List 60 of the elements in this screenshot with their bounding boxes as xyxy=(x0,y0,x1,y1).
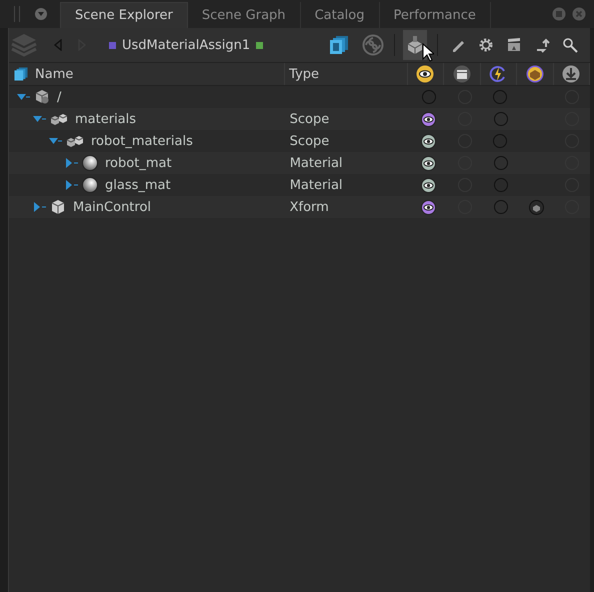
prim-type: Material xyxy=(290,178,343,192)
toggle-circle[interactable] xyxy=(493,134,508,148)
toggle-circle[interactable] xyxy=(494,156,508,170)
scope-icon xyxy=(66,134,84,148)
box-icon[interactable] xyxy=(526,65,544,83)
clapperboard-icon[interactable] xyxy=(452,65,471,83)
eye-icon[interactable] xyxy=(421,200,436,214)
cube-icon xyxy=(50,199,66,215)
prim-name[interactable]: MainControl xyxy=(73,200,152,214)
eye-icon[interactable] xyxy=(421,156,436,170)
expand-arrow-icon[interactable] xyxy=(17,92,31,102)
prim-name[interactable]: robot_mat xyxy=(105,156,172,170)
cube-stack-icon[interactable] xyxy=(328,34,350,56)
node-status-icon xyxy=(256,42,264,48)
toggle-circle[interactable] xyxy=(494,200,508,214)
eye-icon[interactable] xyxy=(421,112,436,126)
prim-type: Scope xyxy=(290,134,330,148)
prim-name[interactable]: materials xyxy=(75,112,136,126)
eye-icon[interactable] xyxy=(421,134,436,148)
group-icon xyxy=(34,89,50,105)
expand-arrow-icon[interactable] xyxy=(33,114,47,124)
scope-icon xyxy=(50,112,68,126)
expand-arrow-icon[interactable] xyxy=(49,136,63,146)
prim-type: Xform xyxy=(290,200,329,214)
eye-icon[interactable] xyxy=(421,178,436,192)
prim-type: Material xyxy=(290,156,343,170)
clapperboard-icon[interactable] xyxy=(506,37,522,53)
toggle-circle[interactable] xyxy=(494,112,508,126)
download-icon[interactable] xyxy=(562,65,580,83)
sphere-icon xyxy=(82,177,98,193)
search-icon[interactable] xyxy=(562,37,578,53)
prim-name[interactable]: / xyxy=(57,90,62,104)
arrows-icon[interactable] xyxy=(534,37,550,53)
tab[interactable]: Scene Explorer xyxy=(60,2,188,28)
node-label: UsdMaterialAssign1 xyxy=(122,38,250,52)
toggle-circle[interactable] xyxy=(493,90,508,104)
close-icon[interactable] xyxy=(572,7,586,21)
eye-icon[interactable] xyxy=(416,65,434,83)
column-header[interactable]: Name xyxy=(35,66,74,82)
prim-name[interactable]: glass_mat xyxy=(105,178,171,192)
expand-arrow-icon[interactable] xyxy=(65,158,79,168)
settings-icon[interactable] xyxy=(478,37,494,53)
maximize-icon[interactable] xyxy=(552,7,566,21)
visibility-toggle[interactable] xyxy=(422,90,436,104)
prim-name[interactable]: robot_materials xyxy=(91,134,193,148)
toggle-circle[interactable] xyxy=(494,178,508,192)
layers-icon[interactable] xyxy=(9,32,39,58)
prim-type: Scope xyxy=(290,112,330,126)
expand-arrow-icon[interactable] xyxy=(65,180,79,190)
node-color-icon xyxy=(109,42,116,48)
toolbox-icon xyxy=(405,35,425,55)
box-icon[interactable] xyxy=(528,200,544,214)
cube-stack-icon xyxy=(13,66,29,82)
column-header[interactable]: Type xyxy=(289,66,320,82)
lightning-refresh-icon[interactable] xyxy=(489,65,508,83)
sphere-icon xyxy=(82,155,98,171)
panel-menu-icon[interactable] xyxy=(34,7,48,21)
expand-arrow-icon[interactable] xyxy=(33,202,47,212)
mouse-cursor-icon xyxy=(422,43,434,62)
swirl-icon[interactable] xyxy=(362,34,384,56)
